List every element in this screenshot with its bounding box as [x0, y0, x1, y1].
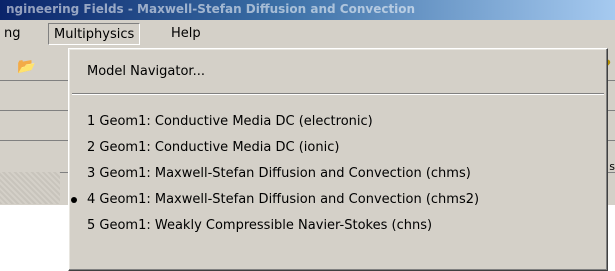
- application-mode-item-5[interactable]: 5 Geom1: Weakly Compressible Navier-Stok…: [69, 215, 607, 237]
- toolbar-open-icon: 📂: [17, 57, 36, 75]
- menubar: ng Multiphysics Help: [0, 20, 615, 48]
- application-mode-item-2[interactable]: 2 Geom1: Conductive Media DC (ionic): [69, 137, 607, 159]
- application-mode-item-1[interactable]: 1 Geom1: Conductive Media DC (electronic…: [69, 111, 607, 133]
- menu-help[interactable]: Help: [166, 23, 206, 45]
- application-mode-item-4[interactable]: 4 Geom1: Maxwell-Stefan Diffusion and Co…: [69, 189, 607, 211]
- application-mode-label: 1 Geom1: Conductive Media DC (electronic…: [87, 114, 373, 129]
- model-navigator-menu-item[interactable]: Model Navigator...: [69, 61, 607, 83]
- application-mode-label: 3 Geom1: Maxwell-Stefan Diffusion and Co…: [87, 166, 471, 181]
- application-mode-label: 4 Geom1: Maxwell-Stefan Diffusion and Co…: [87, 192, 480, 207]
- application-mode-item-3[interactable]: 3 Geom1: Maxwell-Stefan Diffusion and Co…: [69, 163, 607, 185]
- application-mode-label: 2 Geom1: Conductive Media DC (ionic): [87, 140, 340, 155]
- menu-separator: [72, 93, 604, 95]
- background-hatched-panel: [0, 172, 60, 204]
- radio-bullet-icon: [71, 197, 77, 203]
- menu-engineering[interactable]: ng: [0, 23, 26, 45]
- menu-multiphysics[interactable]: Multiphysics: [48, 23, 141, 45]
- window-titlebar: ngineering Fields - Maxwell-Stefan Diffu…: [0, 0, 615, 20]
- multiphysics-dropdown-menu: Model Navigator... 1 Geom1: Conductive M…: [68, 48, 608, 271]
- window-title: ngineering Fields - Maxwell-Stefan Diffu…: [6, 2, 416, 16]
- application-mode-label: 5 Geom1: Weakly Compressible Navier-Stok…: [87, 218, 433, 233]
